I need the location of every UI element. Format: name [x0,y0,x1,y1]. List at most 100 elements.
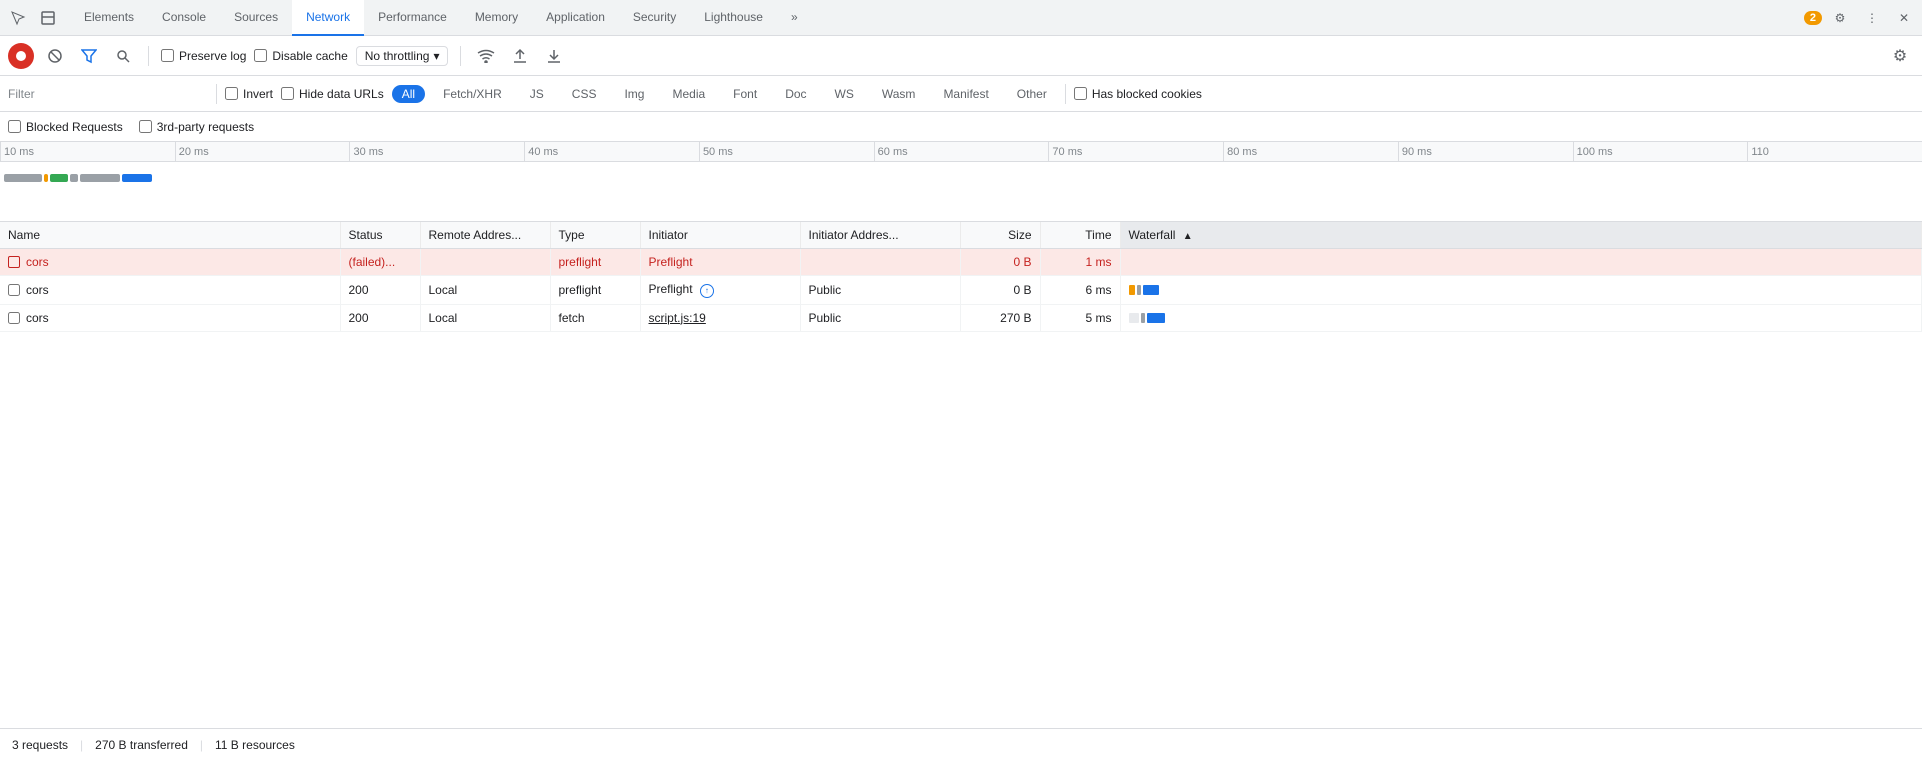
toolbar-right: ⚙ [1886,42,1914,70]
col-header-status[interactable]: Status [340,222,420,249]
tab-elements[interactable]: Elements [70,0,148,36]
devtools-more-icon[interactable]: ⋮ [1858,4,1886,32]
filter-pill-wasm[interactable]: Wasm [872,85,926,103]
timeline-chart [0,162,1922,222]
filter-pill-other[interactable]: Other [1007,85,1057,103]
tick-110: 110 [1747,142,1922,161]
col-header-size[interactable]: Size [960,222,1040,249]
tab-console[interactable]: Console [148,0,220,36]
col-header-initiator[interactable]: Initiator [640,222,800,249]
tab-lighthouse[interactable]: Lighthouse [690,0,777,36]
devtools-settings-icon[interactable]: ⚙ [1826,4,1854,32]
filter-pill-css[interactable]: CSS [562,85,607,103]
blocked-requests-checkbox[interactable]: Blocked Requests [8,120,123,134]
download-icon[interactable] [541,43,567,69]
row-remote: Local [420,304,550,331]
row-name[interactable]: cors [26,255,49,269]
row-initiator: Preflight [640,276,800,305]
tab-application[interactable]: Application [532,0,619,36]
row-size: 270 B [960,304,1040,331]
throttle-dropdown[interactable]: No throttling ▾ [356,46,449,66]
row-name[interactable]: cors [26,283,49,297]
filter-pill-doc[interactable]: Doc [775,85,816,103]
row-initiator-addr: Public [800,304,960,331]
row-type: preflight [550,249,640,276]
tick-50: 50 ms [699,142,874,161]
tab-more[interactable]: » [777,0,812,36]
table-row[interactable]: cors 200 Local preflight Preflight Publi… [0,276,1922,305]
third-party-checkbox[interactable]: 3rd-party requests [139,120,254,134]
row-waterfall [1120,304,1922,331]
row-name-cell: cors [0,249,340,276]
waterfall-sort-icon: ▲ [1183,231,1193,242]
timeline: 10 ms 20 ms 30 ms 40 ms 50 ms 60 ms 70 m… [0,142,1922,222]
search-button[interactable] [110,43,136,69]
filter-pill-ws[interactable]: WS [825,85,864,103]
filter-input[interactable] [8,87,208,101]
row-time: 6 ms [1040,276,1120,305]
wf-ttfb [1147,313,1165,323]
table-row[interactable]: cors (failed)... preflight Preflight 0 B… [0,249,1922,276]
upload-icon[interactable] [507,43,533,69]
col-header-initiator-addr[interactable]: Initiator Addres... [800,222,960,249]
throttle-chevron-icon: ▾ [433,49,439,63]
preserve-log-checkbox[interactable]: Preserve log [161,49,246,63]
row-select-checkbox[interactable] [8,312,20,324]
tab-bar-icons [4,4,62,32]
filter-pill-media[interactable]: Media [662,85,715,103]
wf-stalled [1141,313,1145,323]
row-name[interactable]: cors [26,311,49,325]
row-size: 0 B [960,249,1040,276]
filter-pill-fetchxhr[interactable]: Fetch/XHR [433,85,512,103]
dock-icon[interactable] [34,4,62,32]
col-header-waterfall[interactable]: Waterfall ▲ [1120,222,1922,249]
devtools-panel: Elements Console Sources Network Perform… [0,0,1922,760]
tab-memory[interactable]: Memory [461,0,532,36]
timeline-ruler: 10 ms 20 ms 30 ms 40 ms 50 ms 60 ms 70 m… [0,142,1922,162]
row-initiator-addr: Public [800,276,960,305]
row-time: 1 ms [1040,249,1120,276]
filter-pill-manifest[interactable]: Manifest [933,85,998,103]
tick-40: 40 ms [524,142,699,161]
preflight-link-icon[interactable] [700,284,714,298]
network-table-container: Name Status Remote Addres... Type Initia… [0,222,1922,728]
tab-sources[interactable]: Sources [220,0,292,36]
row-status: (failed)... [340,249,420,276]
timeline-bar-1 [4,174,42,182]
issue-badge[interactable]: 2 [1804,11,1822,25]
table-row[interactable]: cors 200 Local fetch script.js:19 Public… [0,304,1922,331]
initiator-link[interactable]: script.js:19 [649,311,706,325]
filter-pill-js[interactable]: JS [520,85,554,103]
filter-pill-all[interactable]: All [392,85,425,103]
col-header-type[interactable]: Type [550,222,640,249]
row-select-checkbox[interactable] [8,284,20,296]
tick-70: 70 ms [1048,142,1223,161]
col-header-name[interactable]: Name [0,222,340,249]
filter-pill-img[interactable]: Img [614,85,654,103]
tab-performance[interactable]: Performance [364,0,461,36]
blocked-cookies-checkbox[interactable]: Has blocked cookies [1074,87,1202,101]
online-icon[interactable] [473,43,499,69]
clear-button[interactable] [42,43,68,69]
hide-data-urls-checkbox[interactable]: Hide data URLs [281,87,384,101]
invert-checkbox[interactable]: Invert [225,87,273,101]
wf-queueing [1129,313,1139,323]
col-header-time[interactable]: Time [1040,222,1120,249]
network-toolbar: Preserve log Disable cache No throttling… [0,36,1922,76]
record-button[interactable] [8,43,34,69]
row-remote: Local [420,276,550,305]
error-checkbox-icon [8,256,20,268]
tab-network[interactable]: Network [292,0,364,36]
col-header-remote[interactable]: Remote Addres... [420,222,550,249]
devtools-close-icon[interactable]: ✕ [1890,4,1918,32]
disable-cache-checkbox[interactable]: Disable cache [254,49,347,63]
timeline-bar-6 [122,174,152,182]
timeline-bar-5 [80,174,120,182]
row-initiator: script.js:19 [640,304,800,331]
tab-security[interactable]: Security [619,0,690,36]
network-settings-icon[interactable]: ⚙ [1886,42,1914,70]
row-waterfall [1120,276,1922,305]
cursor-icon[interactable] [4,4,32,32]
filter-pill-font[interactable]: Font [723,85,767,103]
filter-toggle-button[interactable] [76,43,102,69]
